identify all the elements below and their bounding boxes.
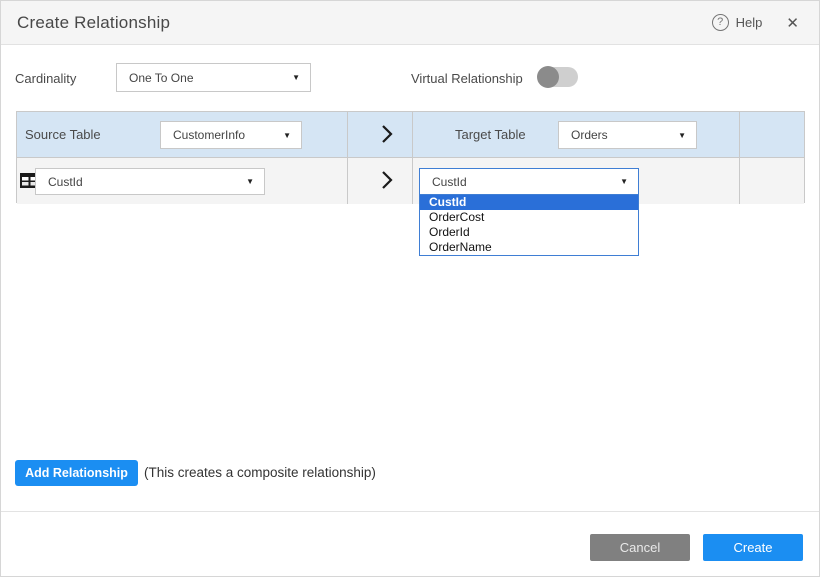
chevron-down-icon: ▼ [678, 131, 696, 140]
source-field-value: CustId [36, 175, 246, 189]
cardinality-value: One To One [117, 71, 292, 85]
target-field-value: CustId [420, 175, 620, 189]
virtual-relationship-toggle[interactable] [538, 67, 578, 87]
footer-divider [1, 511, 819, 512]
chevron-down-icon: ▼ [292, 73, 310, 82]
source-table-value: CustomerInfo [161, 128, 283, 142]
target-field-option-list: CustId OrderCost OrderId OrderName [419, 195, 639, 256]
close-icon[interactable]: ✕ [786, 14, 799, 32]
option-item[interactable]: OrderCost [420, 210, 638, 225]
option-item[interactable]: OrderName [420, 240, 638, 255]
column-divider [739, 158, 740, 204]
target-table-label: Target Table [455, 127, 526, 142]
dialog-title: Create Relationship [17, 13, 170, 33]
target-field-dropdown[interactable]: CustId ▼ [419, 168, 639, 195]
help-icon[interactable]: ? [712, 14, 729, 31]
column-divider [739, 112, 740, 157]
virtual-relationship-label: Virtual Relationship [411, 71, 523, 86]
table-header-row: Source Table CustomerInfo ▼ Target Table… [17, 112, 804, 158]
chevron-down-icon: ▼ [283, 131, 301, 140]
cancel-button[interactable]: Cancel [590, 534, 690, 561]
chevron-down-icon: ▼ [620, 177, 638, 186]
source-table-dropdown[interactable]: CustomerInfo ▼ [160, 121, 302, 149]
relationship-mapping-table: Source Table CustomerInfo ▼ Target Table… [16, 111, 805, 203]
cardinality-label: Cardinality [15, 71, 76, 86]
source-field-dropdown[interactable]: CustId ▼ [35, 168, 265, 195]
add-relationship-button[interactable]: Add Relationship [15, 460, 138, 486]
column-divider [412, 158, 413, 204]
target-table-dropdown[interactable]: Orders ▼ [558, 121, 697, 149]
cardinality-dropdown[interactable]: One To One ▼ [116, 63, 311, 92]
help-link[interactable]: Help [736, 15, 763, 30]
toggle-knob-icon [537, 66, 559, 88]
field-mapping-row: CustId ▼ CustId ▼ [17, 158, 804, 204]
column-divider [347, 158, 348, 204]
relationship-direction-icon [363, 124, 411, 149]
title-bar: Create Relationship ? Help ✕ [1, 1, 819, 45]
target-table-value: Orders [559, 128, 678, 142]
relationship-direction-icon [363, 170, 411, 195]
option-item[interactable]: CustId [420, 195, 638, 210]
option-item[interactable]: OrderId [420, 225, 638, 240]
column-divider [412, 112, 413, 157]
column-divider [347, 112, 348, 157]
create-button[interactable]: Create [703, 534, 803, 561]
composite-relationship-note: (This creates a composite relationship) [144, 465, 376, 480]
create-relationship-dialog: Create Relationship ? Help ✕ Cardinality… [0, 0, 820, 577]
source-table-label: Source Table [25, 127, 101, 142]
chevron-down-icon: ▼ [246, 177, 264, 186]
